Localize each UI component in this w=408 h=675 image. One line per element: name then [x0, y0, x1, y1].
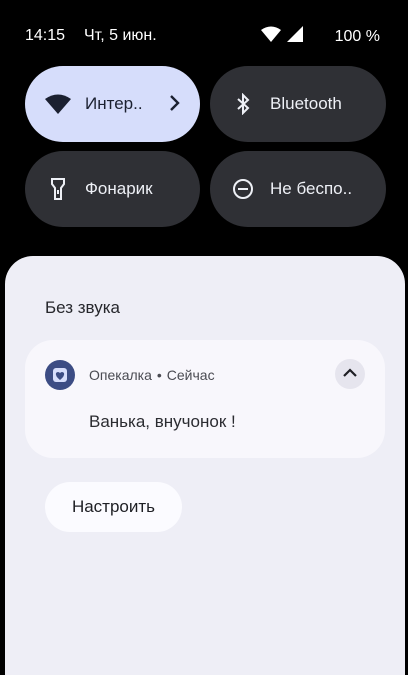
notification-panel: Без звука Опекалка • Сейчас Ванька, внучон…: [5, 256, 405, 675]
tile-internet[interactable]: Интер..: [25, 66, 200, 142]
tile-do-not-disturb[interactable]: Не беспо..: [210, 151, 386, 227]
status-time: 14:15: [25, 27, 66, 44]
tile-flashlight-label: Фонарик: [85, 179, 153, 198]
collapse-button[interactable]: [335, 359, 365, 389]
battery-level: 100 %: [334, 27, 380, 45]
header-separator: •: [156, 367, 162, 383]
tile-flashlight[interactable]: Фонарик: [25, 151, 200, 227]
chevron-up-icon: [342, 365, 358, 383]
tile-bluetooth-label: Bluetooth: [270, 94, 342, 113]
flashlight-icon: [45, 176, 71, 202]
settings-button[interactable]: Настроить: [45, 482, 182, 532]
tile-internet-label: Интер..: [85, 94, 143, 113]
tile-do-not-disturb-label: Не беспо..: [270, 179, 353, 198]
chevron-right-icon[interactable]: [168, 94, 180, 117]
wifi-icon: [45, 91, 71, 117]
notification-message: Ванька, внучонок !: [89, 412, 236, 431]
cellular-signal-icon: [286, 26, 303, 47]
notification-header: Опекалка • Сейчас: [89, 367, 215, 383]
section-title-silent: Без звука: [45, 298, 120, 317]
notification-time: Сейчас: [166, 367, 215, 383]
tile-bluetooth[interactable]: Bluetooth: [210, 66, 386, 142]
status-icons: 100 %: [260, 26, 380, 47]
app-icon: [45, 360, 75, 390]
do-not-disturb-icon: [230, 176, 256, 202]
status-date: Чт, 5 июн.: [84, 27, 157, 44]
notification-card[interactable]: Опекалка • Сейчас Ванька, внучонок !: [25, 340, 385, 458]
bluetooth-icon: [230, 91, 256, 117]
status-bar: 14:15 Чт, 5 июн. 100 %: [0, 0, 408, 72]
app-name: Опекалка: [89, 367, 152, 383]
wifi-icon: [260, 26, 281, 47]
